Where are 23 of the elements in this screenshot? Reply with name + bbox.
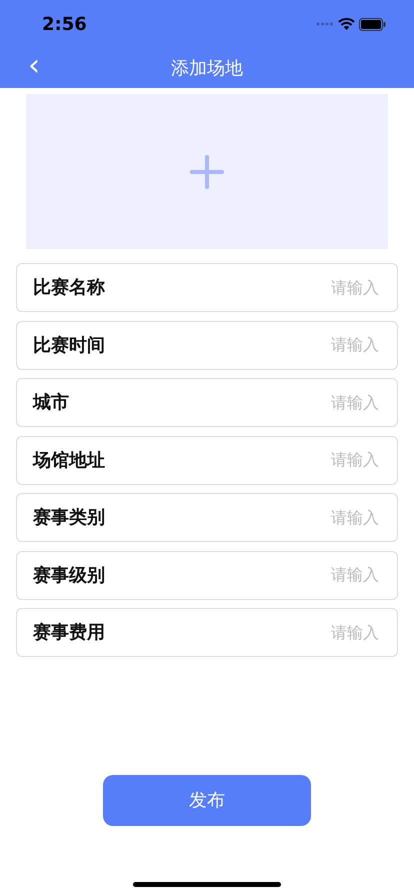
signal-icon [316, 22, 334, 26]
plus-icon [190, 154, 224, 188]
publish-button[interactable]: 发布 [103, 775, 311, 826]
image-upload-area[interactable] [26, 94, 388, 249]
input-field[interactable]: 请输入 [231, 332, 381, 358]
input-field[interactable]: 请输入 [231, 390, 381, 416]
input-field[interactable]: 请输入 [231, 504, 381, 530]
field-label: 赛事费用 [33, 621, 105, 645]
input-field[interactable]: 请输入 [231, 562, 381, 588]
field-label: 城市 [33, 391, 69, 415]
back-button[interactable]: ‹ [22, 52, 46, 80]
input-field[interactable]: 请输入 [231, 620, 381, 646]
input-field[interactable]: 请输入 [231, 447, 381, 473]
field-label: 比赛时间 [33, 334, 105, 358]
field-label: 场馆地址 [33, 448, 105, 472]
input-field[interactable]: 请输入 [231, 274, 381, 300]
field-label: 比赛名称 [33, 276, 105, 300]
status-time: 2:56 [42, 12, 87, 36]
field-label: 赛事级别 [33, 564, 105, 588]
page-title: 添加场地 [171, 56, 243, 80]
wifi-icon [338, 18, 355, 30]
field-label: 赛事类别 [33, 506, 105, 530]
battery-icon [359, 18, 386, 30]
